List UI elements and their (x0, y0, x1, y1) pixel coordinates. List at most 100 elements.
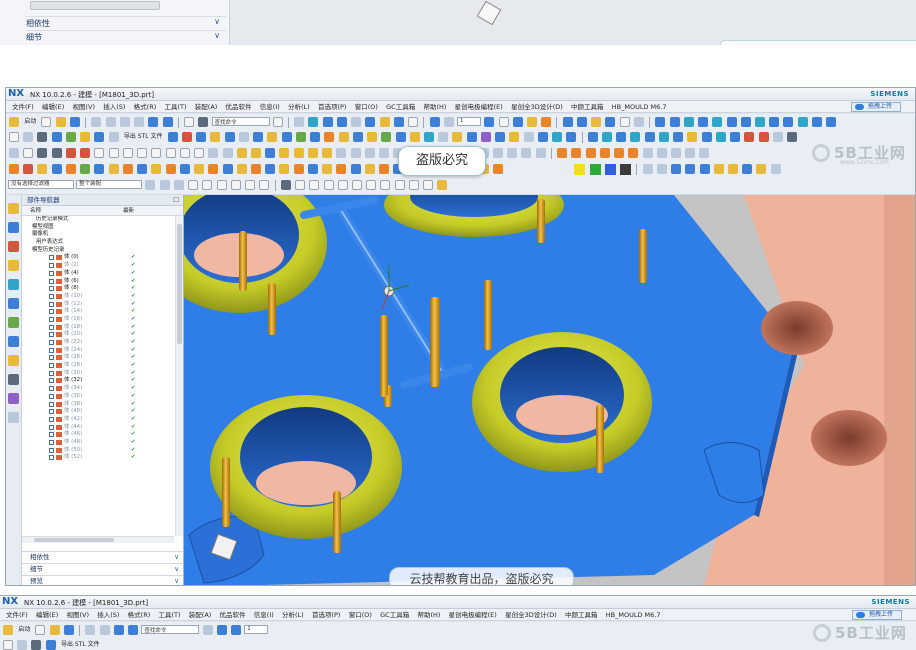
tree-item-body[interactable]: 体 (6) ✔ (22, 278, 174, 286)
view-cube-10-icon[interactable] (715, 132, 726, 142)
visibility-checkbox[interactable] (49, 301, 54, 307)
menu-assembly[interactable]: 装配(A) (195, 101, 218, 113)
grid-icon[interactable] (772, 132, 783, 142)
close-icon[interactable]: ☐ (173, 195, 179, 206)
palette-10-icon[interactable] (770, 164, 781, 174)
menu-insert[interactable]: 插入(S) (103, 101, 125, 113)
select-tool-9-icon[interactable] (259, 180, 270, 190)
bridge-curve-icon[interactable] (250, 148, 261, 158)
assembly-scope-dropdown[interactable]: 整个装配 (76, 180, 143, 189)
select-tool-7-icon[interactable] (230, 180, 241, 190)
tree-item-body[interactable]: 体 (42) ✔ (22, 416, 174, 424)
feature-12-icon[interactable] (165, 164, 176, 174)
curve-tool-4-icon[interactable] (379, 148, 390, 158)
shell-icon[interactable] (238, 132, 249, 142)
intersect-curve-icon[interactable] (236, 148, 247, 158)
redo-icon[interactable] (128, 625, 139, 635)
edit-tool-4-icon[interactable] (685, 148, 696, 158)
color-tool-2-icon[interactable] (571, 148, 582, 158)
feature-9-icon[interactable] (122, 164, 133, 174)
curve-tool-3-icon[interactable] (364, 148, 375, 158)
selection-filter-dropdown[interactable]: 没有选择过滤器 (8, 180, 74, 189)
visibility-checkbox[interactable] (49, 393, 54, 399)
color-swatch-blue[interactable] (604, 164, 616, 175)
feature-27-icon[interactable] (379, 164, 390, 174)
sync-icon[interactable] (381, 132, 392, 142)
menu-youpin[interactable]: 优品软件 (226, 101, 252, 113)
surface-1-icon[interactable] (495, 132, 506, 142)
curve-tool-12-icon[interactable] (492, 148, 503, 158)
tree-item-body[interactable]: 体 (24) ✔ (22, 347, 174, 355)
color-tool-5-icon[interactable] (614, 148, 625, 158)
menu-tools[interactable]: 工具(T) (165, 101, 187, 113)
section-details[interactable]: 细节 ∨ (22, 563, 183, 574)
menu-youpin[interactable]: 优品软件 (220, 609, 246, 621)
visibility-checkbox[interactable] (49, 378, 54, 384)
menu-analysis[interactable]: 分析(L) (282, 609, 304, 621)
tree-item-body[interactable]: 体 (0) ✔ (22, 254, 174, 262)
mould-tool-3-icon[interactable] (591, 117, 602, 127)
spline-icon[interactable] (194, 148, 205, 158)
menu-info[interactable]: 信息(I) (254, 609, 274, 621)
fit-view-icon[interactable] (202, 625, 213, 635)
menu-window[interactable]: 窗口(O) (349, 609, 372, 621)
datum-icon[interactable] (23, 132, 34, 142)
rectangle-icon[interactable] (137, 148, 148, 158)
color-swatch-black[interactable] (620, 164, 632, 175)
delete-face-icon[interactable] (367, 132, 378, 142)
tree-item-body[interactable]: 体 (44) ✔ (22, 424, 174, 432)
hscroll-thumb[interactable] (34, 538, 114, 542)
column-name-header[interactable]: 名称 (30, 206, 41, 216)
menu-window[interactable]: 窗口(O) (355, 101, 378, 113)
edit-tool-5-icon[interactable] (699, 148, 710, 158)
tree-item[interactable]: 模型历史记录 (22, 247, 174, 255)
subtract-icon[interactable] (181, 132, 192, 142)
snap-1-icon[interactable] (280, 180, 291, 190)
start-label[interactable]: 启动 (24, 115, 36, 129)
feature-23-icon[interactable] (322, 164, 333, 174)
visibility-checkbox[interactable] (49, 278, 54, 284)
search-icon[interactable] (272, 117, 283, 127)
export-stl-label[interactable]: 导出 STL 文件 (61, 638, 100, 650)
curve-tool-2-icon[interactable] (350, 148, 361, 158)
view-cube-9-icon[interactable] (701, 132, 712, 142)
tree-item-body[interactable]: 体 (40) ✔ (22, 408, 174, 416)
profile-icon[interactable] (37, 148, 48, 158)
graphics-viewport[interactable]: 云技帮教育出品，盗版必究 (184, 195, 915, 585)
grid-snap-icon[interactable] (23, 148, 34, 158)
palette-tab-icon[interactable] (8, 412, 19, 423)
tree-item-body[interactable]: 体 (14) ✔ (22, 308, 174, 316)
palette-8-icon[interactable] (742, 164, 753, 174)
menu-zhongyan[interactable]: 中颜工具箱 (565, 609, 598, 621)
feature-10-icon[interactable] (137, 164, 148, 174)
draft-icon[interactable] (253, 132, 264, 142)
open-folder-icon[interactable] (49, 625, 60, 635)
tree-item[interactable]: 用户表达式 (22, 239, 174, 247)
chamfer-icon[interactable] (224, 132, 235, 142)
command-search-input[interactable] (141, 625, 200, 634)
color-tool-6-icon[interactable] (628, 148, 639, 158)
thicken-icon[interactable] (395, 132, 406, 142)
navigator-scrollbar[interactable] (175, 216, 183, 536)
feature-2-icon[interactable] (23, 164, 34, 174)
open-folder-icon[interactable] (55, 117, 66, 127)
quick-tool-8-icon[interactable] (754, 117, 765, 127)
paste-icon[interactable] (119, 117, 130, 127)
helix-icon[interactable] (322, 148, 333, 158)
start-icon[interactable] (9, 117, 19, 127)
surface-3-icon[interactable] (523, 132, 534, 142)
cut-icon[interactable] (91, 117, 102, 127)
menu-edit[interactable]: 编辑(E) (42, 101, 64, 113)
move-face-icon[interactable] (352, 132, 363, 142)
visibility-checkbox[interactable] (49, 324, 54, 330)
navigator-hscrollbar[interactable] (22, 536, 174, 543)
cut-icon[interactable] (85, 625, 96, 635)
edge-icon[interactable] (393, 117, 404, 127)
new-file-icon[interactable] (35, 625, 46, 635)
emboss-icon[interactable] (480, 132, 491, 142)
view-cube-4-icon[interactable] (630, 132, 641, 142)
select-tool-8-icon[interactable] (245, 180, 256, 190)
edge-blend-icon[interactable] (210, 132, 221, 142)
menu-view[interactable]: 视图(V) (66, 609, 89, 621)
text-icon[interactable] (31, 640, 42, 650)
